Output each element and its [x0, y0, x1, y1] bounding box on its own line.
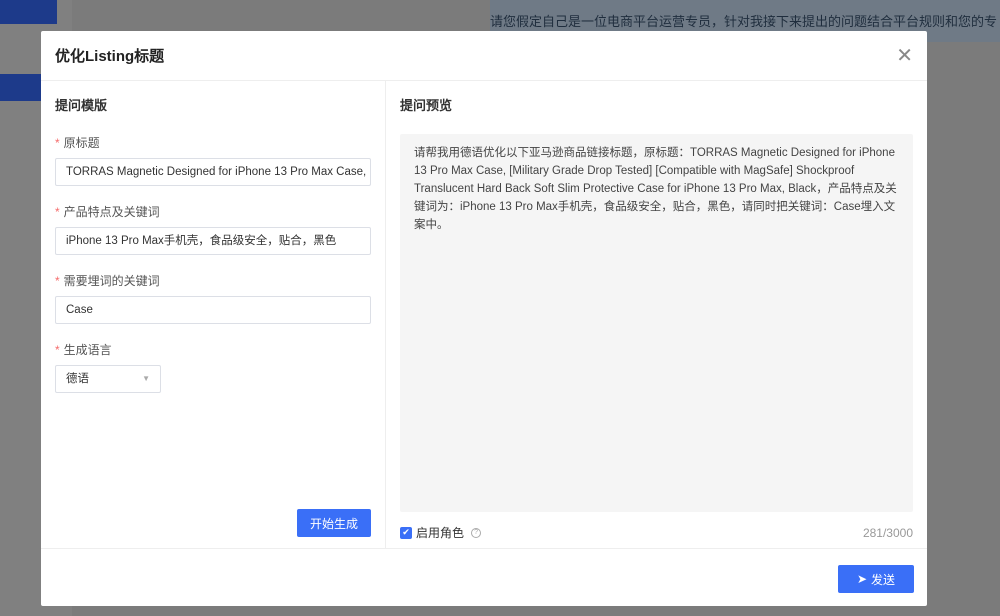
- enable-role-checkbox[interactable]: ✔ 启用角色 ?: [400, 524, 482, 541]
- send-icon: ➤: [856, 572, 868, 586]
- embed-keyword-input[interactable]: Case: [55, 296, 371, 324]
- preview-section-title: 提问预览: [400, 98, 453, 113]
- background-logo-block: [0, 0, 57, 24]
- optimize-listing-dialog: 优化Listing标题 ✕ 提问模版 * 原标题 TORRAS Magnetic …: [41, 31, 927, 606]
- required-mark: *: [55, 274, 60, 288]
- field-label: * 需要埋词的关键词: [55, 274, 160, 288]
- field-label: * 产品特点及关键词: [55, 205, 160, 219]
- chevron-down-icon: ▼: [142, 374, 150, 383]
- required-mark: *: [55, 136, 60, 150]
- help-icon[interactable]: ?: [471, 527, 482, 538]
- language-select[interactable]: 德语 ▼: [55, 365, 161, 393]
- dialog-title: 优化Listing标题: [55, 48, 165, 65]
- required-mark: *: [55, 343, 60, 357]
- features-keywords-input[interactable]: iPhone 13 Pro Max手机壳，食品级安全，贴合，黑色: [55, 227, 371, 255]
- dialog-body: 提问模版 * 原标题 TORRAS Magnetic Designed for i…: [41, 81, 927, 549]
- char-count: 281/3000: [862, 525, 913, 540]
- checkbox-checked-icon[interactable]: ✔: [400, 526, 412, 539]
- required-mark: *: [55, 205, 60, 219]
- field-label: * 生成语言: [55, 343, 112, 357]
- preview-panel: 提问预览 请帮我用德语优化以下亚马逊商品链接标题，原标题：TORRAS Magn…: [386, 81, 927, 548]
- send-button[interactable]: ➤ 发送: [838, 565, 914, 593]
- background-active-menu: [0, 74, 41, 101]
- template-section-title: 提问模版: [55, 98, 108, 113]
- dialog-header: 优化Listing标题 ✕: [41, 31, 927, 81]
- generate-button[interactable]: 开始生成: [297, 509, 371, 537]
- field-label: * 原标题: [55, 136, 100, 150]
- template-panel: 提问模版 * 原标题 TORRAS Magnetic Designed for i…: [41, 81, 386, 548]
- preview-text: 请帮我用德语优化以下亚马逊商品链接标题，原标题：TORRAS Magnetic …: [400, 134, 913, 512]
- original-title-input[interactable]: TORRAS Magnetic Designed for iPhone 13 P…: [55, 158, 371, 186]
- close-icon[interactable]: ✕: [896, 43, 913, 68]
